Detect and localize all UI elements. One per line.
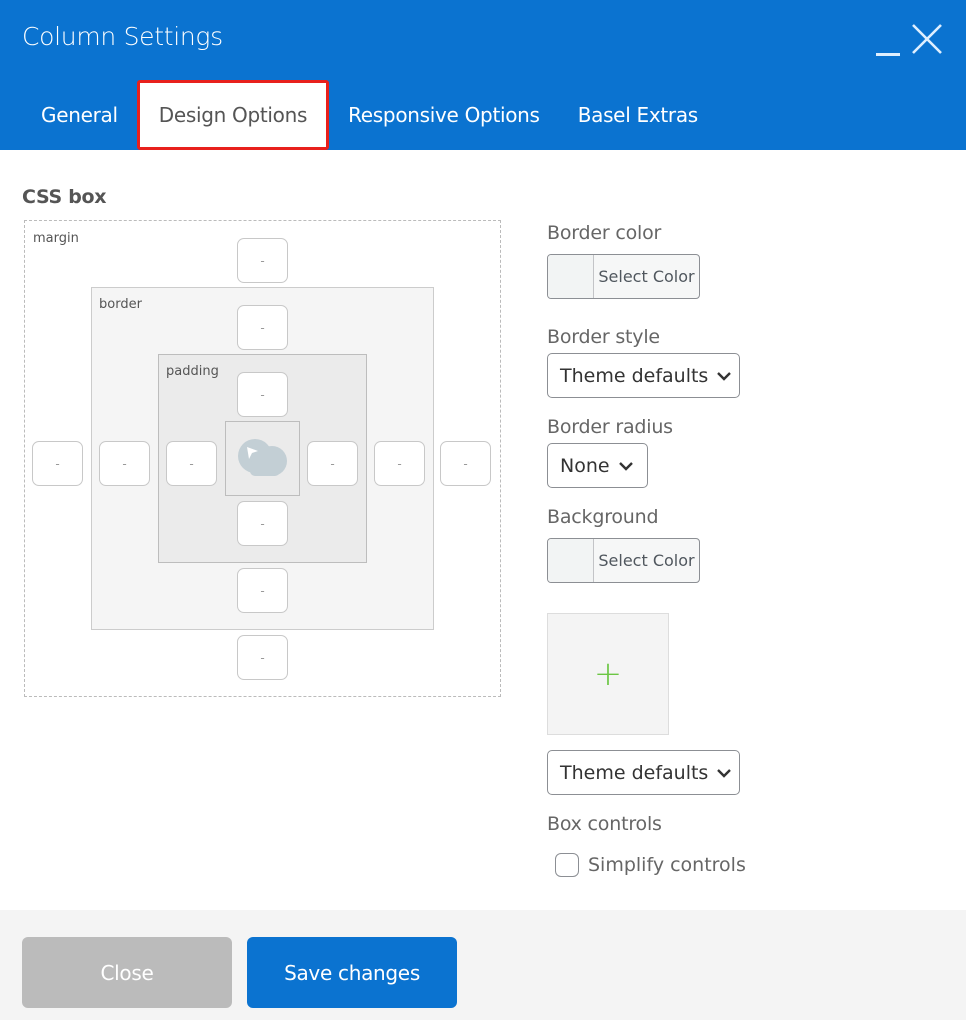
border-color-picker[interactable]: Select Color xyxy=(547,254,700,299)
box-controls-label: Box controls xyxy=(547,813,662,835)
builder-logo-icon xyxy=(236,436,288,480)
border-radius-label: Border radius xyxy=(547,416,673,438)
border-style-label: Border style xyxy=(547,326,660,348)
tab-bar: General Design Options Responsive Option… xyxy=(22,80,717,150)
simplify-controls-option[interactable]: Simplify controls xyxy=(555,853,746,877)
border-style-value: Theme defaults xyxy=(560,364,709,387)
close-button[interactable]: Close xyxy=(22,937,232,1008)
simplify-controls-label: Simplify controls xyxy=(588,854,746,876)
padding-left-input[interactable]: - xyxy=(166,441,217,486)
margin-right-input[interactable]: - xyxy=(440,441,491,486)
simplify-controls-checkbox[interactable] xyxy=(555,853,579,877)
tab-design-options[interactable]: Design Options xyxy=(136,80,330,150)
chevron-down-icon xyxy=(717,371,732,381)
border-radius-value: None xyxy=(560,454,610,477)
border-top-input[interactable]: - xyxy=(237,305,288,350)
border-label: border xyxy=(99,297,142,312)
padding-right-input[interactable]: - xyxy=(307,441,358,486)
border-left-input[interactable]: - xyxy=(99,441,150,486)
margin-label: margin xyxy=(33,231,79,246)
border-style-select[interactable]: Theme defaults xyxy=(547,353,740,398)
border-radius-select[interactable]: None xyxy=(547,443,648,488)
background-color-swatch xyxy=(548,539,594,582)
add-background-image-button[interactable]: + xyxy=(547,613,669,735)
border-right-input[interactable]: - xyxy=(374,441,425,486)
margin-left-input[interactable]: - xyxy=(32,441,83,486)
chevron-down-icon xyxy=(618,461,633,471)
background-color-button-label: Select Color xyxy=(598,551,695,570)
background-color-picker[interactable]: Select Color xyxy=(547,538,700,583)
save-changes-button[interactable]: Save changes xyxy=(247,937,457,1008)
margin-top-input[interactable]: - xyxy=(237,238,288,283)
tab-general[interactable]: General xyxy=(22,80,137,150)
background-label: Background xyxy=(547,506,659,528)
css-box-title: CSS box xyxy=(22,186,107,208)
margin-bottom-input[interactable]: - xyxy=(237,635,288,680)
tab-responsive-options[interactable]: Responsive Options xyxy=(329,80,559,150)
background-style-select[interactable]: Theme defaults xyxy=(547,750,740,795)
close-icon[interactable] xyxy=(910,22,944,56)
tab-basel-extras[interactable]: Basel Extras xyxy=(559,80,717,150)
padding-top-input[interactable]: - xyxy=(237,372,288,417)
chevron-down-icon xyxy=(717,768,732,778)
modal-title: Column Settings xyxy=(22,22,223,51)
plus-icon: + xyxy=(593,654,623,694)
padding-label: padding xyxy=(166,364,219,379)
minimize-icon[interactable] xyxy=(876,38,900,56)
padding-bottom-input[interactable]: - xyxy=(237,501,288,546)
background-style-value: Theme defaults xyxy=(560,761,709,784)
border-color-button-label: Select Color xyxy=(598,267,695,286)
border-color-swatch xyxy=(548,255,594,298)
border-bottom-input[interactable]: - xyxy=(237,568,288,613)
border-color-label: Border color xyxy=(547,222,662,244)
